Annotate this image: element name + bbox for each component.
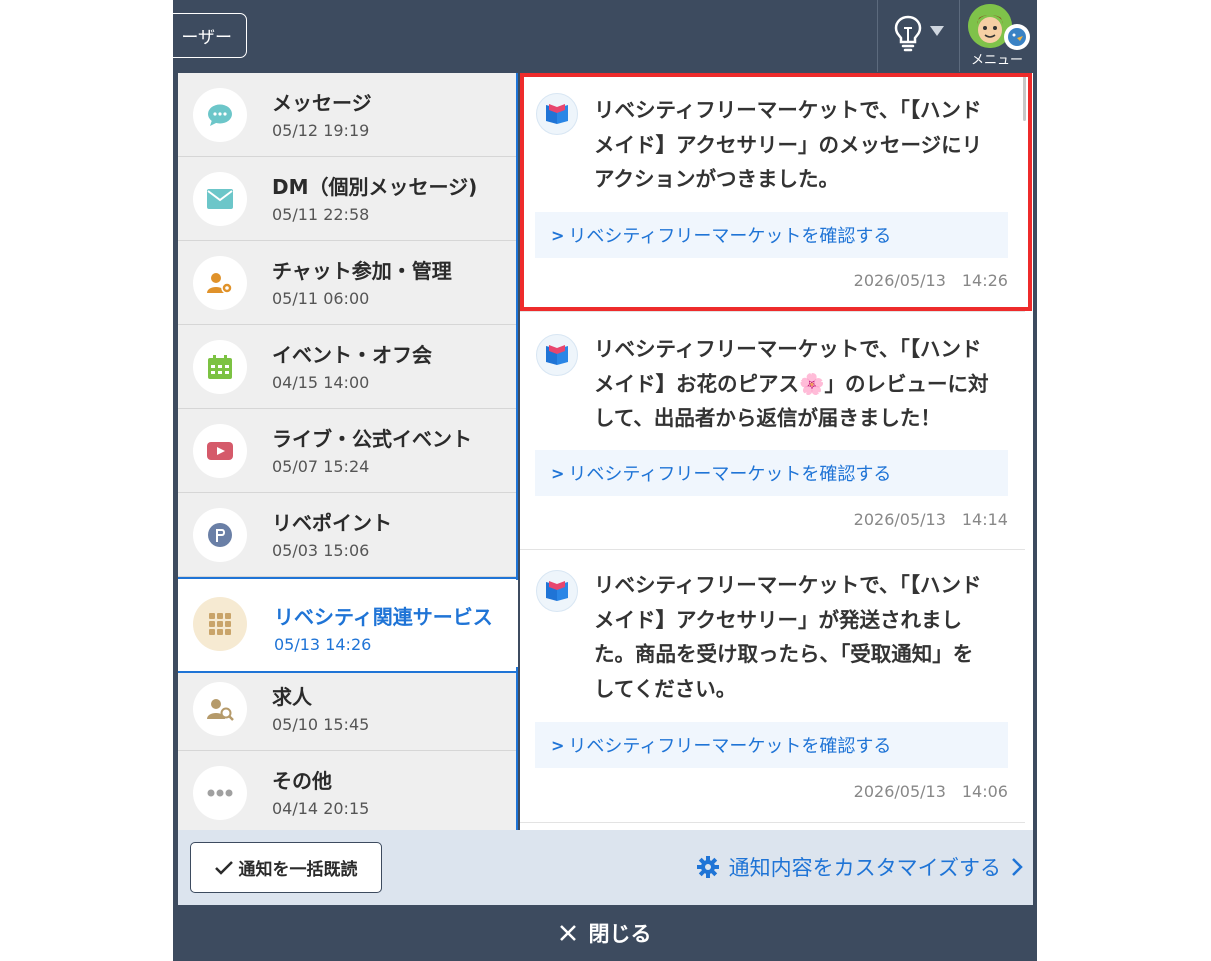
flea-market-logo-icon [536,570,578,612]
customize-notifications-link[interactable]: 通知内容をカスタマイズする [696,852,1023,882]
category-time: 05/07 15:24 [272,457,370,476]
user-search-icon [193,682,247,736]
header-divider [877,0,878,72]
gear-icon [696,856,719,878]
category-title: チャット参加・管理 [272,259,452,283]
envelope-icon [193,172,247,226]
highlight-box [520,73,1032,311]
calendar-icon [193,340,247,394]
notification-date: 2026/05/13 14:14 [853,510,1008,529]
category-item-point[interactable]: リベポイント 05/03 15:06 [178,493,516,577]
category-list: メッセージ 05/12 19:19 DM（個別メッセージ) 05/11 22:5… [178,73,518,830]
header-divider [959,0,960,72]
video-play-icon [193,424,247,478]
category-title: イベント・オフ会 [272,343,432,367]
more-dots-icon [193,766,247,820]
close-label: 閉じる [588,922,652,946]
category-title: リベポイント [272,511,392,535]
category-item-event[interactable]: イベント・オフ会 04/15 14:00 [178,325,516,409]
category-item-dm[interactable]: DM（個別メッセージ) 05/11 22:58 [178,157,516,241]
category-time: 05/12 19:19 [272,121,370,140]
category-item-jobs[interactable]: 求人 05/10 15:45 [178,667,516,751]
user-gear-icon [193,256,247,310]
flea-market-logo-icon [536,334,578,376]
category-title: ライブ・公式イベント [272,427,472,451]
flea-market-link[interactable]: > リベシティフリーマーケットを確認する [535,722,1008,768]
close-button[interactable]: 閉じる [173,905,1037,961]
menu-label[interactable]: メニュー [967,49,1027,68]
bird-badge-icon [1004,24,1030,50]
notification-item: リベシティフリーマーケットで、「【ハンド メイド】お花のピアス🌸」のレビューに対し… [520,312,1025,548]
category-title: リベシティ関連サービス [274,605,493,629]
flea-market-link[interactable]: > リベシティフリーマーケットを確認する [535,450,1008,496]
user-button-label: ーザー [181,28,232,48]
list-divider [516,73,518,580]
category-item-live[interactable]: ライブ・公式イベント 05/07 15:24 [178,409,516,493]
category-time: 05/11 22:58 [272,205,370,224]
grid-icon [193,597,247,651]
chevron-right-icon [1012,858,1023,876]
category-item-chat[interactable]: チャット参加・管理 05/11 06:00 [178,241,516,325]
close-icon [559,925,576,941]
category-time: 05/03 15:06 [272,541,370,560]
customize-label: 通知内容をカスタマイズする [728,856,1001,880]
category-title: メッセージ [272,91,372,115]
category-time: 05/10 15:45 [272,715,370,734]
category-item-related-services[interactable]: リベシティ関連サービス 05/13 14:26 [178,577,518,673]
user-button[interactable]: ーザー [150,13,247,58]
chevron-right-icon: > [551,735,565,755]
notification-date: 2026/05/13 14:06 [853,782,1008,801]
chevron-down-icon[interactable] [930,26,944,36]
category-time: 05/13 14:26 [274,635,372,654]
check-icon [214,860,233,875]
category-time: 04/14 20:15 [272,799,370,818]
chevron-right-icon: > [551,463,565,483]
category-title: DM（個別メッセージ) [272,175,478,199]
notification-item: リベシティフリーマーケットで、「【ハンド メイド】アクセサリー」が発送されまし た。… [520,550,1025,822]
notification-divider [520,822,1025,823]
category-title: その他 [272,769,332,793]
list-divider [516,667,518,830]
speech-bubble-icon [193,88,247,142]
notification-message: リベシティフリーマーケットで、「【ハンド メイド】アクセサリー」が発送されまし た。… [594,573,982,701]
lightbulb-icon[interactable] [893,14,923,52]
category-time: 05/11 06:00 [272,289,370,308]
category-item-message[interactable]: メッセージ 05/12 19:19 [178,73,516,157]
category-item-other[interactable]: その他 04/14 20:15 [178,751,516,830]
point-p-icon [193,508,247,562]
notification-message: リベシティフリーマーケットで、「【ハンド メイド】お花のピアス🌸」のレビューに対し… [594,337,989,430]
mark-all-read-label: 通知を一括既読 [238,860,358,880]
category-title: 求人 [272,685,312,709]
category-time: 04/15 14:00 [272,373,370,392]
mark-all-read-button[interactable]: 通知を一括既読 [190,842,382,893]
